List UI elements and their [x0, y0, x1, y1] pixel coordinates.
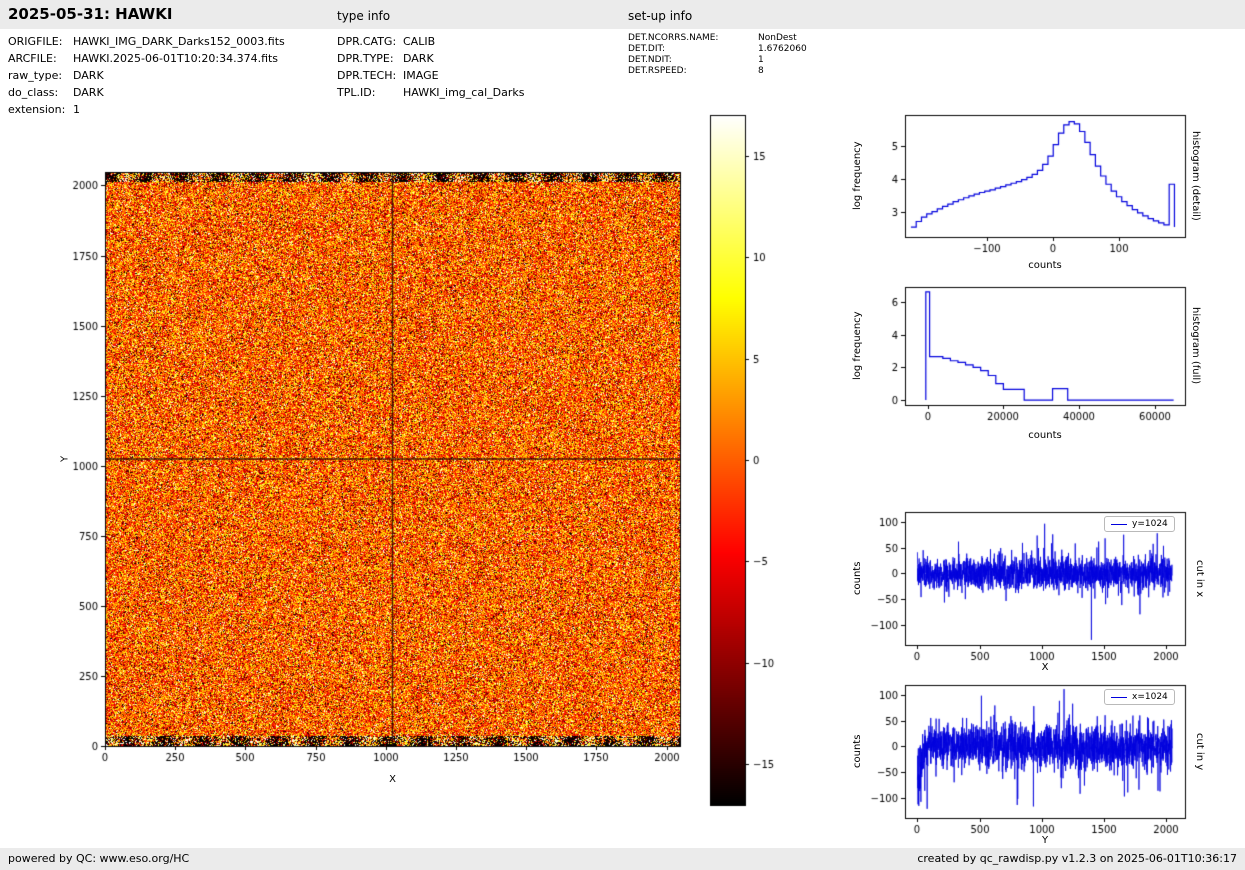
cut-in-x-side-label: cut in x	[1193, 512, 1206, 645]
info-row-doclass: do_class:DARK	[8, 84, 285, 101]
origfile-label: ORIGFILE:	[8, 33, 73, 50]
cut-in-y-legend: x=1024	[1104, 689, 1175, 705]
histogram-detail-side-label: histogram (detail)	[1189, 115, 1202, 237]
tpl-id-label: TPL.ID:	[337, 84, 403, 101]
ndit-label: DET.NDIT:	[628, 55, 758, 66]
dit-value: 1.6762060	[758, 44, 807, 54]
type-info-block: DPR.CATG:CALIB DPR.TYPE:DARK DPR.TECH:IM…	[337, 33, 524, 101]
rawtype-label: raw_type:	[8, 67, 73, 84]
histogram-detail-y-axis-label: log frequency	[851, 115, 864, 237]
type-info-heading: type info	[337, 9, 390, 23]
setup-info-block: DET.NCORRS.NAME:NonDest DET.DIT:1.676206…	[628, 33, 807, 77]
footer-created-by-text: created by qc_rawdisp.py v1.2.3 on 2025-…	[917, 852, 1237, 865]
histogram-detail-plot	[850, 108, 1195, 278]
cut-in-x-legend-label: y=1024	[1132, 518, 1168, 530]
ndit-value: 1	[758, 55, 764, 65]
extension-label: extension:	[8, 101, 73, 118]
footer-bar: powered by QC: www.eso.org/HC created by…	[0, 848, 1245, 870]
origfile-value: HAWKI_IMG_DARK_Darks152_0003.fits	[73, 35, 285, 48]
histogram-full-x-axis-label: counts	[905, 430, 1185, 441]
info-row-dpr-type: DPR.TYPE:DARK	[337, 50, 524, 67]
arcfile-value: HAWKI.2025-06-01T10:20:34.374.fits	[73, 52, 278, 65]
ncorrs-value: NonDest	[758, 33, 797, 43]
info-row-dpr-tech: DPR.TECH:IMAGE	[337, 67, 524, 84]
info-row-dit: DET.DIT:1.6762060	[628, 44, 807, 55]
main-x-axis-label: X	[105, 774, 680, 785]
info-row-origfile: ORIGFILE:HAWKI_IMG_DARK_Darks152_0003.fi…	[8, 33, 285, 50]
header-bar: 2025-05-31: HAWKI type info set-up info	[0, 0, 1245, 29]
footer-powered-by-link[interactable]: powered by QC: www.eso.org/HC	[8, 852, 189, 865]
raw-dark-frame-image	[50, 155, 700, 805]
main-y-axis-label: Y	[58, 172, 72, 746]
dpr-catg-label: DPR.CATG:	[337, 33, 403, 50]
setup-info-heading: set-up info	[628, 9, 692, 23]
cut-in-x-x-axis-label: X	[905, 662, 1185, 673]
info-row-ndit: DET.NDIT:1	[628, 55, 807, 66]
info-row-rspeed: DET.RSPEED:8	[628, 66, 807, 77]
arcfile-label: ARCFILE:	[8, 50, 73, 67]
dpr-tech-value: IMAGE	[403, 69, 439, 82]
info-row-dpr-catg: DPR.CATG:CALIB	[337, 33, 524, 50]
dpr-catg-value: CALIB	[403, 35, 435, 48]
info-row-tpl-id: TPL.ID:HAWKI_img_cal_Darks	[337, 84, 524, 101]
dpr-type-value: DARK	[403, 52, 434, 65]
info-row-extension: extension:1	[8, 101, 285, 118]
doclass-label: do_class:	[8, 84, 73, 101]
rspeed-label: DET.RSPEED:	[628, 66, 758, 77]
info-row-arcfile: ARCFILE:HAWKI.2025-06-01T10:20:34.374.fi…	[8, 50, 285, 67]
histogram-detail-x-axis-label: counts	[905, 260, 1185, 271]
histogram-full-y-axis-label: log frequency	[851, 287, 864, 405]
extension-value: 1	[73, 103, 80, 116]
cut-in-y-y-axis-label: counts	[851, 685, 864, 818]
cut-in-x-legend: y=1024	[1104, 516, 1175, 532]
dpr-tech-label: DPR.TECH:	[337, 67, 403, 84]
histogram-full-plot	[850, 280, 1195, 450]
qc-report-page: 2025-05-31: HAWKI type info set-up info …	[0, 0, 1245, 870]
ncorrs-label: DET.NCORRS.NAME:	[628, 33, 758, 44]
legend-line-icon	[1111, 524, 1127, 525]
legend-line-icon	[1111, 697, 1127, 698]
cut-in-x-y-axis-label: counts	[851, 512, 864, 645]
file-info-block: ORIGFILE:HAWKI_IMG_DARK_Darks152_0003.fi…	[8, 33, 285, 118]
dit-label: DET.DIT:	[628, 44, 758, 55]
cut-in-y-x-axis-label: Y	[905, 835, 1185, 846]
rawtype-value: DARK	[73, 69, 104, 82]
cut-in-y-side-label: cut in y	[1193, 685, 1206, 818]
colorbar	[705, 110, 780, 810]
page-title: 2025-05-31: HAWKI	[8, 5, 172, 23]
cut-in-y-legend-label: x=1024	[1132, 691, 1168, 703]
doclass-value: DARK	[73, 86, 104, 99]
histogram-full-side-label: histogram (full)	[1189, 287, 1202, 405]
dpr-type-label: DPR.TYPE:	[337, 50, 403, 67]
info-row-rawtype: raw_type:DARK	[8, 67, 285, 84]
tpl-id-value: HAWKI_img_cal_Darks	[403, 86, 524, 99]
info-row-ncorrs: DET.NCORRS.NAME:NonDest	[628, 33, 807, 44]
rspeed-value: 8	[758, 66, 764, 76]
